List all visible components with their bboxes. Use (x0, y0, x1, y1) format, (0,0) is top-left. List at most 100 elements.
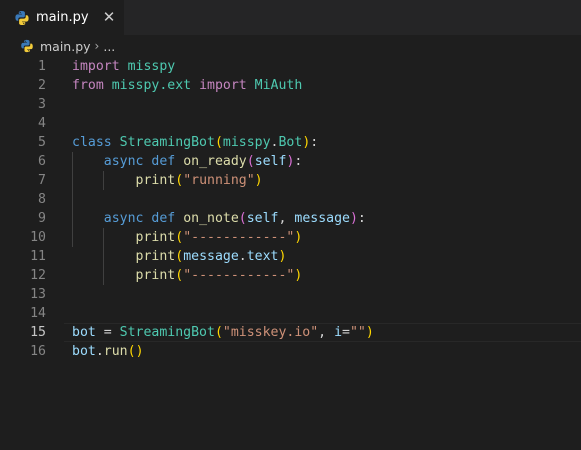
code-token: : (310, 135, 319, 150)
code-token: import (72, 59, 120, 74)
code-token: bot (72, 344, 96, 359)
code-line[interactable]: 13 (0, 285, 581, 304)
close-icon[interactable]: ✕ (101, 8, 117, 26)
code-line[interactable]: 3 (0, 95, 581, 114)
code-token: "------------" (183, 268, 295, 283)
code-line[interactable]: 4 (0, 114, 581, 133)
line-number: 4 (38, 116, 46, 131)
line-number: 7 (38, 173, 46, 188)
code-line[interactable]: 8 (0, 190, 581, 209)
code-token: ) (294, 268, 303, 283)
code-token: "------------" (183, 230, 295, 245)
code-line[interactable]: 11 print(message.text) (0, 247, 581, 266)
tab-main-py[interactable]: main.py ✕ (0, 0, 124, 35)
code-text: bot.run() (72, 342, 144, 361)
line-number: 3 (38, 97, 46, 112)
code-token: ( (127, 344, 136, 359)
code-editor[interactable]: 1 import misspy 2 from misspy.ext import Mi… (0, 57, 581, 450)
code-token: ) (349, 211, 358, 226)
code-token: ( (175, 230, 184, 245)
code-token: StreamingBot (119, 325, 215, 340)
line-number: 10 (30, 230, 46, 245)
code-token: from (72, 78, 104, 93)
code-token: print (135, 249, 176, 264)
line-number: 2 (38, 78, 46, 93)
code-line[interactable]: 12 print("------------") (0, 266, 581, 285)
code-line[interactable]: 5 class StreamingBot(misspy.Bot): (0, 133, 581, 152)
code-line[interactable]: 10 print("------------") (0, 228, 581, 247)
code-token: Bot (278, 135, 303, 150)
code-token: self (254, 154, 287, 169)
line-number: 16 (30, 344, 46, 359)
breadcrumb-file[interactable]: main.py (40, 39, 91, 54)
code-token: print (135, 173, 176, 188)
code-token: i (334, 325, 343, 340)
code-text: class StreamingBot(misspy.Bot): (72, 133, 318, 152)
code-token: "running" (183, 173, 255, 188)
code-token: def (151, 211, 176, 226)
line-number: 14 (30, 306, 46, 321)
code-line[interactable]: 2 from misspy.ext import MiAuth (0, 76, 581, 95)
code-token: misspy (127, 59, 176, 74)
code-token: print (135, 230, 176, 245)
python-file-icon (20, 39, 34, 53)
code-line[interactable]: 15 bot = StreamingBot("misskey.io", i="") (0, 323, 581, 342)
code-text: from misspy.ext import MiAuth (72, 76, 302, 95)
tab-label: main.py (36, 10, 89, 25)
line-number: 15 (30, 325, 46, 340)
code-token: def (151, 154, 176, 169)
code-text: import misspy (72, 57, 175, 76)
code-token: ) (254, 173, 263, 188)
code-token: ( (214, 325, 223, 340)
code-token: = (342, 325, 350, 340)
code-token: MiAuth (254, 78, 303, 93)
code-token: print (135, 268, 176, 283)
code-token: . (95, 344, 104, 359)
code-line[interactable]: 6 async def on_ready(self): (0, 152, 581, 171)
code-token: , (318, 325, 335, 340)
code-token: async (103, 211, 144, 226)
code-token: ( (175, 173, 184, 188)
code-token: "misskey.io" (222, 325, 319, 340)
breadcrumb-symbols[interactable]: ... (103, 39, 115, 54)
code-token: import (199, 78, 247, 93)
code-token: : (294, 154, 303, 169)
code-token: message (294, 211, 350, 226)
code-token: : (357, 211, 366, 226)
line-number: 6 (38, 154, 46, 169)
code-token: async (103, 154, 144, 169)
code-token: ( (246, 154, 255, 169)
code-token: "" (349, 325, 366, 340)
line-number: 1 (38, 59, 46, 74)
tab-bar: main.py ✕ (0, 0, 581, 35)
code-token: = (95, 325, 120, 340)
code-token: text (246, 249, 279, 264)
code-token: ) (294, 230, 303, 245)
line-number: 9 (38, 211, 46, 226)
chevron-right-icon: › (94, 39, 100, 53)
code-line[interactable]: 7 print("running") (0, 171, 581, 190)
code-text: print("running") (72, 171, 263, 190)
code-token: ) (365, 325, 374, 340)
code-line[interactable]: 14 (0, 304, 581, 323)
code-line[interactable]: 9 async def on_note(self, message): (0, 209, 581, 228)
code-text: print("------------") (72, 266, 303, 285)
code-token: ( (175, 249, 184, 264)
code-token: ( (214, 135, 223, 150)
code-line[interactable]: 16 bot.run() (0, 342, 581, 361)
code-token: on_ready (183, 154, 247, 169)
code-token: ( (175, 268, 184, 283)
code-line[interactable]: 1 import misspy (0, 57, 581, 76)
line-number: 12 (30, 268, 46, 283)
